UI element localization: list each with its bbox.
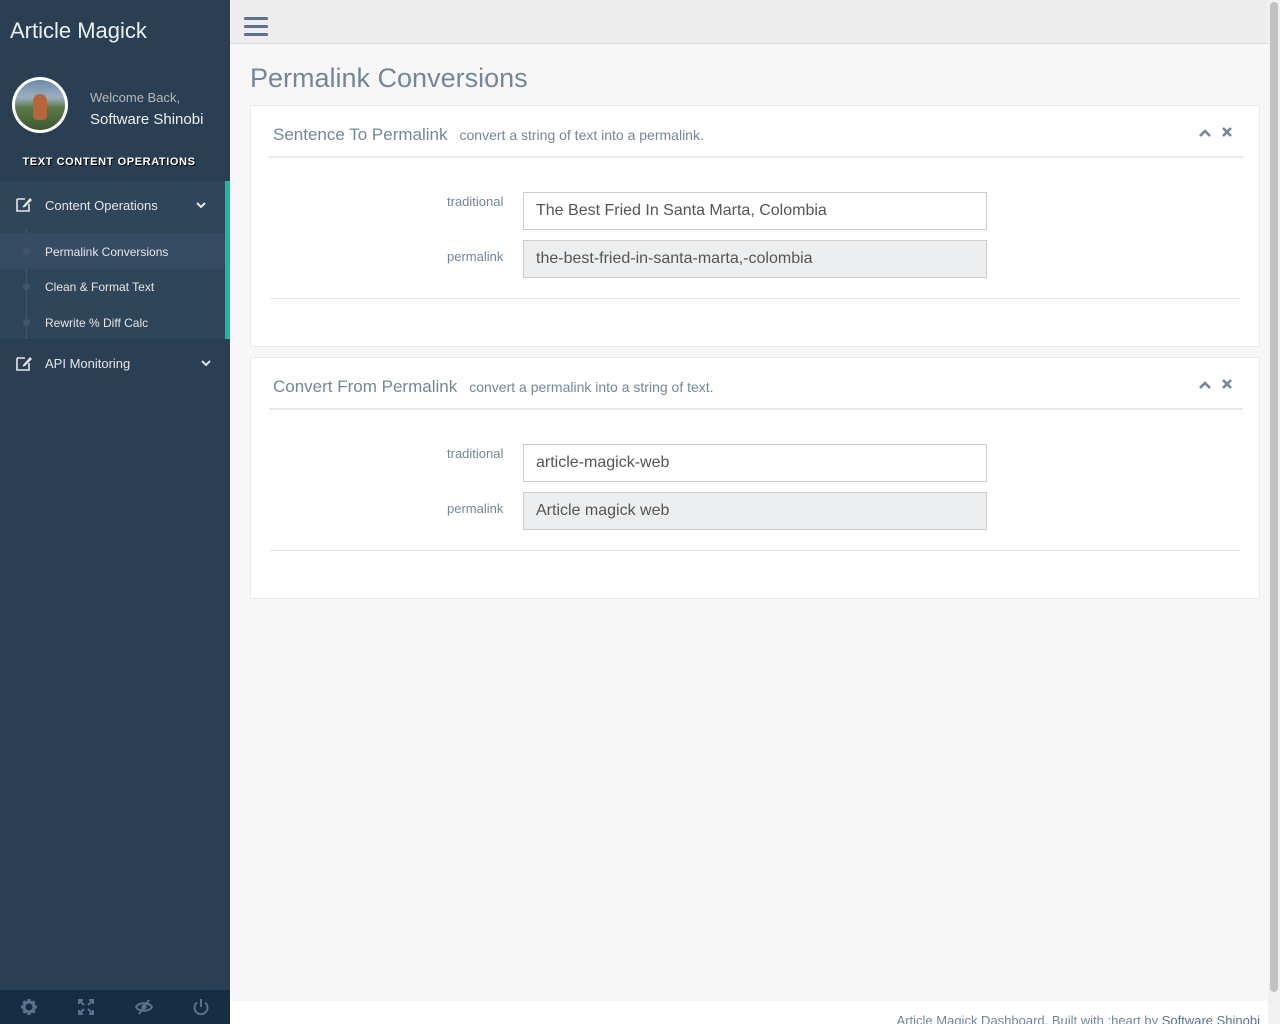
panel-header: Sentence To Permalink convert a string of… [269,106,1243,158]
eye-slash-icon [134,999,153,1015]
sidebar-item-content-operations[interactable]: Content Operations [0,181,225,229]
page-title: Permalink Conversions [250,63,528,93]
panel-sentence-to-permalink: Sentence To Permalink convert a string of… [250,105,1260,347]
sidebar-item-label: Rewrite % Diff Calc [45,316,149,330]
username: Software Shinobi [90,111,204,128]
menu-toggle-icon[interactable] [244,17,268,39]
panel-subtitle: convert a permalink into a string of tex… [469,379,714,395]
sidebar-item-label: Permalink Conversions [45,245,169,259]
traditional-input[interactable] [523,444,987,482]
footer-credit: Article Magick Dashboard. Built with :he… [896,1013,1159,1024]
collapse-chevron-up-icon[interactable] [1198,127,1212,139]
page-footer: Article Magick Dashboard. Built with :he… [230,1001,1268,1024]
permalink-label: permalink [447,501,504,516]
settings-button[interactable] [0,990,58,1024]
footer-text: Article Magick Dashboard. Built with :he… [897,1013,1260,1024]
bullet-dot [23,319,30,326]
sidebar-item-label: API Monitoring [45,356,131,371]
traditional-input[interactable] [523,192,987,230]
collapse-chevron-up-icon[interactable] [1198,379,1212,391]
chevron-down-icon [196,202,206,209]
panel-title-text: Sentence To Permalink [273,125,448,144]
logout-button[interactable] [173,990,231,1024]
panel-title: Convert From Permalink convert a permalin… [273,377,714,397]
footer-author-link[interactable]: Software Shinobi [1162,1013,1260,1024]
sidebar-item-rewrite-diff-calc[interactable]: Rewrite % Diff Calc [0,304,225,340]
avatar [12,77,68,133]
panel-subtitle: convert a string of text into a permalin… [459,127,704,143]
power-icon [193,999,209,1016]
welcome-text: Welcome Back, [90,90,181,105]
permalink-label: permalink [447,249,504,264]
fullscreen-icon [78,999,95,1015]
sidebar-item-label: Content Operations [45,198,158,213]
bullet-dot [23,283,30,290]
panel-title-text: Convert From Permalink [273,377,458,396]
divider [270,298,1240,299]
top-navbar [230,0,1268,44]
chevron-down-icon [201,360,211,367]
traditional-label: traditional [447,446,504,461]
panel-title: Sentence To Permalink convert a string of… [273,125,704,145]
sidebar-item-clean-format-text[interactable]: Clean & Format Text [0,268,225,304]
sidebar: Article Magick Welcome Back, Software Sh… [0,0,230,1024]
panel-header: Convert From Permalink convert a permalin… [269,358,1243,410]
gear-icon [20,999,37,1015]
edit-icon [16,198,32,212]
menu-group-content-operations: Content Operations Permalink Conversions… [0,181,230,339]
close-icon[interactable] [1221,378,1233,390]
sidebar-item-permalink-conversions[interactable]: Permalink Conversions [0,233,225,269]
close-icon[interactable] [1221,126,1233,138]
traditional-label: traditional [447,194,504,209]
panel-convert-from-permalink: Convert From Permalink convert a permalin… [250,357,1260,599]
sidebar-footer [0,990,230,1024]
text-output[interactable] [523,492,987,530]
lock-button[interactable] [115,990,173,1024]
menu-section-title: TEXT CONTENT OPERATIONS [22,156,196,168]
app-title[interactable]: Article Magick [10,18,147,44]
divider [270,550,1240,551]
page-scrollbar[interactable] [1268,0,1280,1024]
bullet-dot [23,248,30,255]
edit-icon [16,357,32,371]
sidebar-item-label: Clean & Format Text [45,280,155,294]
permalink-output[interactable] [523,240,987,278]
sidebar-item-api-monitoring[interactable]: API Monitoring [0,339,230,387]
fullscreen-button[interactable] [58,990,116,1024]
scrollbar-thumb[interactable] [1270,2,1278,992]
